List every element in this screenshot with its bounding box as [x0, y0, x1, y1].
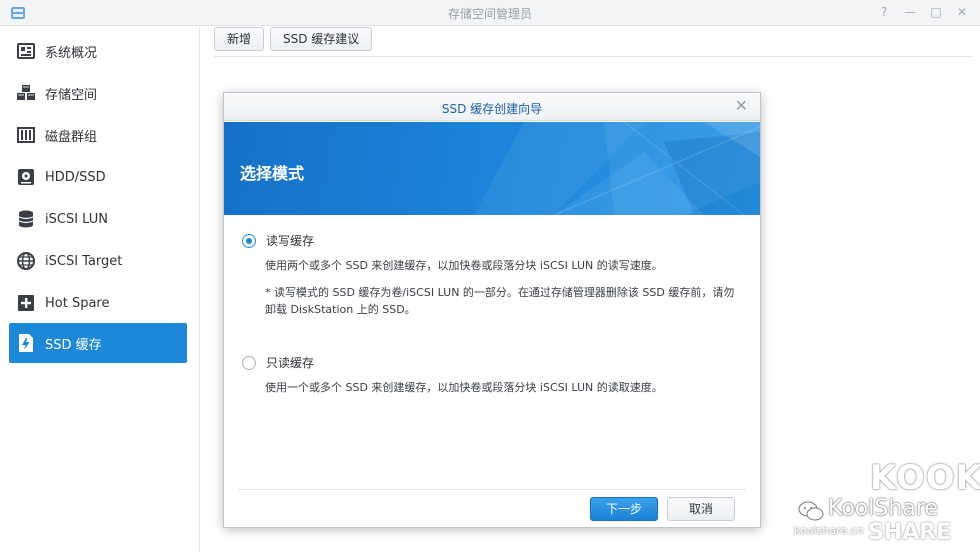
sidebar-item-iscsi-target[interactable]: iSCSI Target — [9, 241, 187, 281]
sidebar-item-hot-spare[interactable]: Hot Spare — [9, 283, 187, 323]
wizard-step-title: 选择模式 — [240, 164, 305, 183]
dialog-footer-divider — [238, 489, 746, 490]
sidebar-item-iscsi-lun[interactable]: iSCSI LUN — [9, 199, 187, 239]
help-button[interactable]: ? — [876, 4, 892, 20]
option-read-only-cache[interactable]: 只读缓存 — [242, 354, 314, 371]
watermark-url-text: koolshare.cn — [794, 524, 864, 537]
storage-cubes-icon — [15, 82, 37, 104]
ssd-cache-advice-button[interactable]: SSD 缓存建议 — [270, 27, 373, 51]
minimize-button[interactable]: — — [902, 4, 918, 20]
sidebar-item-label: 存储空间 — [45, 87, 98, 103]
option-description: 使用一个或多个 SSD 来创建缓存，以加快卷或段落分块 iSCSI LUN 的读… — [265, 381, 663, 394]
disk-group-icon — [15, 124, 37, 146]
cancel-button[interactable]: 取消 — [667, 497, 735, 521]
sidebar: 系统概况 存储空间 磁盘群组 HDD/SSD iSCSI LUN iSCSI T… — [0, 27, 200, 552]
option-note: * 读写模式的 SSD 缓存为卷/iSCSI LUN 的一部分。在通过存储管理器… — [265, 286, 735, 316]
ssd-cache-icon — [15, 332, 37, 354]
sidebar-item-label: 磁盘群组 — [45, 129, 98, 145]
toolbar: 新增 SSD 缓存建议 — [214, 27, 373, 51]
sidebar-item-label: iSCSI Target — [45, 253, 123, 269]
option-label: 读写缓存 — [266, 234, 315, 248]
next-button[interactable]: 下一步 — [590, 497, 658, 521]
close-window-button[interactable]: ✕ — [954, 4, 970, 20]
wizard-banner: 选择模式 — [224, 122, 760, 215]
read-only-radio[interactable] — [242, 355, 256, 370]
watermark: KOOK KoolShare koolshare.cn SHARE — [790, 458, 980, 548]
wechat-icon — [798, 501, 824, 521]
sidebar-item-label: 系统概况 — [45, 45, 98, 61]
read-write-radio[interactable] — [242, 233, 256, 248]
sidebar-item-label: Hot Spare — [45, 295, 110, 311]
dialog-header: SSD 缓存创建向导 ✕ — [224, 93, 760, 121]
overview-icon — [15, 40, 37, 62]
sidebar-item-overview[interactable]: 系统概况 — [9, 31, 187, 71]
add-button[interactable]: 新增 — [214, 27, 265, 51]
window-controls: ? — □ ✕ — [876, 4, 970, 20]
banner-decoration — [474, 122, 760, 215]
sidebar-item-label: iSCSI LUN — [45, 211, 108, 227]
maximize-button[interactable]: □ — [928, 4, 944, 20]
ssd-cache-wizard-dialog: SSD 缓存创建向导 ✕ 选择模式 读写缓存 使用两个或多个 SSD 来创建缓存… — [223, 92, 761, 528]
dialog-close-button[interactable]: ✕ — [735, 97, 748, 115]
option-label: 只读缓存 — [266, 356, 315, 370]
plus-box-icon — [15, 292, 37, 314]
hard-drive-icon — [15, 166, 37, 188]
window-titlebar: 存储空间管理员 ? — □ ✕ — [0, 0, 980, 26]
toolbar-divider — [214, 56, 972, 57]
sidebar-item-storage[interactable]: 存储空间 — [9, 73, 187, 113]
option-description: 使用两个或多个 SSD 来创建缓存，以加快卷或段落分块 iSCSI LUN 的读… — [265, 259, 663, 272]
sidebar-item-ssd-cache[interactable]: SSD 缓存 — [9, 323, 187, 363]
sidebar-item-hdd-ssd[interactable]: HDD/SSD — [9, 157, 187, 197]
watermark-share-text: SHARE — [868, 520, 952, 545]
sidebar-item-disk-group[interactable]: 磁盘群组 — [9, 115, 187, 155]
watermark-koolshare-text: KoolShare — [828, 496, 938, 521]
sidebar-item-label: HDD/SSD — [45, 169, 106, 185]
option-read-write-cache[interactable]: 读写缓存 — [242, 232, 314, 249]
dialog-title: SSD 缓存创建向导 — [441, 102, 543, 116]
database-icon — [15, 208, 37, 230]
globe-icon — [15, 250, 37, 272]
window-title: 存储空间管理员 — [447, 7, 532, 21]
sidebar-item-label: SSD 缓存 — [45, 337, 102, 353]
watermark-kook-text: KOOK — [870, 458, 980, 498]
